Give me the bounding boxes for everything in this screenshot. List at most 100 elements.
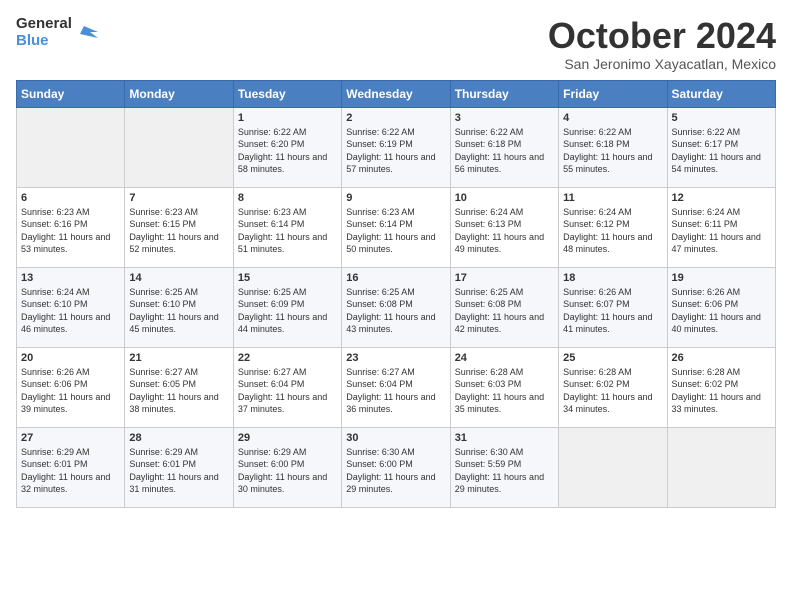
calendar-cell: 4Sunrise: 6:22 AMSunset: 6:18 PMDaylight…: [559, 107, 667, 187]
cell-info: Sunrise: 6:24 AMSunset: 6:12 PMDaylight:…: [563, 206, 662, 256]
calendar-cell: 16Sunrise: 6:25 AMSunset: 6:08 PMDayligh…: [342, 267, 450, 347]
day-number: 26: [672, 352, 771, 364]
calendar-cell: 29 Sunrise: 6:29 AMSunset: 6:00 PMDayligh…: [233, 427, 341, 507]
day-number: 22: [238, 352, 337, 364]
day-number: 14: [129, 272, 228, 284]
calendar-cell: 10 Sunrise: 6:24 AMSunset: 6:13 PMDayligh…: [450, 187, 558, 267]
day-of-week-header: Monday: [125, 80, 233, 107]
cell-info: Sunrise: 6:22 AMSunset: 6:19 PMDaylight:…: [346, 126, 445, 176]
day-number: 29: [238, 432, 337, 444]
calendar-cell: 26 Sunrise: 6:28 AMSunset: 6:02 PMDayligh…: [667, 347, 775, 427]
calendar-cell: 24 Sunrise: 6:28 AMSunset: 6:03 PMDayligh…: [450, 347, 558, 427]
cell-info: Sunrise: 6:23 AMSunset: 6:14 PMDaylight:…: [346, 206, 445, 256]
day-number: 3: [455, 112, 554, 124]
day-number: 31: [455, 432, 554, 444]
calendar-cell: 3 Sunrise: 6:22 AMSunset: 6:18 PMDaylight…: [450, 107, 558, 187]
cell-info: Sunrise: 6:30 AMSunset: 5:59 PMDaylight:…: [455, 446, 554, 496]
cell-info: Sunrise: 6:24 AMSunset: 6:13 PMDaylight:…: [455, 206, 554, 256]
location-subtitle: San Jeronimo Xayacatlan, Mexico: [548, 56, 776, 72]
cell-info: Sunrise: 6:25 AMSunset: 6:08 PMDaylight:…: [455, 286, 554, 336]
calendar-cell: 8Sunrise: 6:23 AMSunset: 6:14 PMDaylight…: [233, 187, 341, 267]
cell-info: Sunrise: 6:22 AMSunset: 6:18 PMDaylight:…: [455, 126, 554, 176]
cell-info: Sunrise: 6:27 AMSunset: 6:05 PMDaylight:…: [129, 366, 228, 416]
logo: General Blue: [16, 16, 98, 49]
day-of-week-header: Tuesday: [233, 80, 341, 107]
cell-info: Sunrise: 6:29 AMSunset: 6:00 PMDaylight:…: [238, 446, 337, 496]
cell-info: Sunrise: 6:28 AMSunset: 6:02 PMDaylight:…: [563, 366, 662, 416]
calendar-header-row: SundayMondayTuesdayWednesdayThursdayFrid…: [17, 80, 776, 107]
cell-info: Sunrise: 6:25 AMSunset: 6:08 PMDaylight:…: [346, 286, 445, 336]
calendar-week-row: 20 Sunrise: 6:26 AMSunset: 6:06 PMDayligh…: [17, 347, 776, 427]
calendar-cell: 5 Sunrise: 6:22 AMSunset: 6:17 PMDaylight…: [667, 107, 775, 187]
cell-info: Sunrise: 6:24 AMSunset: 6:10 PMDaylight:…: [21, 286, 120, 336]
calendar-cell: [559, 427, 667, 507]
day-number: 27: [21, 432, 120, 444]
page-header: General Blue October 2024 San Jeronimo X…: [16, 16, 776, 72]
day-number: 1: [238, 112, 337, 124]
day-number: 6: [21, 192, 120, 204]
day-number: 15: [238, 272, 337, 284]
calendar-cell: 31 Sunrise: 6:30 AMSunset: 5:59 PMDayligh…: [450, 427, 558, 507]
cell-info: Sunrise: 6:26 AMSunset: 6:06 PMDaylight:…: [21, 366, 120, 416]
day-number: 23: [346, 352, 445, 364]
cell-info: Sunrise: 6:24 AMSunset: 6:11 PMDaylight:…: [672, 206, 771, 256]
day-number: 7: [129, 192, 228, 204]
day-of-week-header: Saturday: [667, 80, 775, 107]
logo-blue: Blue: [16, 33, 72, 50]
calendar-week-row: 1 Sunrise: 6:22 AMSunset: 6:20 PMDaylight…: [17, 107, 776, 187]
calendar-cell: 21 Sunrise: 6:27 AMSunset: 6:05 PMDayligh…: [125, 347, 233, 427]
calendar-cell: 14 Sunrise: 6:25 AMSunset: 6:10 PMDayligh…: [125, 267, 233, 347]
calendar-cell: 25Sunrise: 6:28 AMSunset: 6:02 PMDayligh…: [559, 347, 667, 427]
cell-info: Sunrise: 6:28 AMSunset: 6:03 PMDaylight:…: [455, 366, 554, 416]
day-number: 21: [129, 352, 228, 364]
calendar-cell: [17, 107, 125, 187]
day-number: 11: [563, 192, 662, 204]
day-number: 12: [672, 192, 771, 204]
calendar-cell: 17 Sunrise: 6:25 AMSunset: 6:08 PMDayligh…: [450, 267, 558, 347]
calendar-cell: 9Sunrise: 6:23 AMSunset: 6:14 PMDaylight…: [342, 187, 450, 267]
calendar-cell: [125, 107, 233, 187]
cell-info: Sunrise: 6:27 AMSunset: 6:04 PMDaylight:…: [346, 366, 445, 416]
day-of-week-header: Thursday: [450, 80, 558, 107]
logo-general: General: [16, 16, 72, 33]
calendar-cell: 28Sunrise: 6:29 AMSunset: 6:01 PMDayligh…: [125, 427, 233, 507]
day-number: 5: [672, 112, 771, 124]
cell-info: Sunrise: 6:26 AMSunset: 6:06 PMDaylight:…: [672, 286, 771, 336]
cell-info: Sunrise: 6:26 AMSunset: 6:07 PMDaylight:…: [563, 286, 662, 336]
cell-info: Sunrise: 6:22 AMSunset: 6:20 PMDaylight:…: [238, 126, 337, 176]
calendar-cell: [667, 427, 775, 507]
calendar-cell: 1 Sunrise: 6:22 AMSunset: 6:20 PMDaylight…: [233, 107, 341, 187]
day-of-week-header: Sunday: [17, 80, 125, 107]
day-number: 2: [346, 112, 445, 124]
calendar-table: SundayMondayTuesdayWednesdayThursdayFrid…: [16, 80, 776, 508]
cell-info: Sunrise: 6:23 AMSunset: 6:15 PMDaylight:…: [129, 206, 228, 256]
calendar-week-row: 27Sunrise: 6:29 AMSunset: 6:01 PMDayligh…: [17, 427, 776, 507]
title-block: October 2024 San Jeronimo Xayacatlan, Me…: [548, 16, 776, 72]
day-number: 24: [455, 352, 554, 364]
calendar-week-row: 13 Sunrise: 6:24 AMSunset: 6:10 PMDayligh…: [17, 267, 776, 347]
cell-info: Sunrise: 6:22 AMSunset: 6:18 PMDaylight:…: [563, 126, 662, 176]
calendar-cell: 11 Sunrise: 6:24 AMSunset: 6:12 PMDayligh…: [559, 187, 667, 267]
day-number: 13: [21, 272, 120, 284]
day-number: 28: [129, 432, 228, 444]
cell-info: Sunrise: 6:28 AMSunset: 6:02 PMDaylight:…: [672, 366, 771, 416]
cell-info: Sunrise: 6:22 AMSunset: 6:17 PMDaylight:…: [672, 126, 771, 176]
cell-info: Sunrise: 6:25 AMSunset: 6:10 PMDaylight:…: [129, 286, 228, 336]
calendar-cell: 2 Sunrise: 6:22 AMSunset: 6:19 PMDaylight…: [342, 107, 450, 187]
cell-info: Sunrise: 6:25 AMSunset: 6:09 PMDaylight:…: [238, 286, 337, 336]
calendar-cell: 7 Sunrise: 6:23 AMSunset: 6:15 PMDaylight…: [125, 187, 233, 267]
calendar-cell: 30Sunrise: 6:30 AMSunset: 6:00 PMDayligh…: [342, 427, 450, 507]
day-number: 17: [455, 272, 554, 284]
calendar-cell: 20 Sunrise: 6:26 AMSunset: 6:06 PMDayligh…: [17, 347, 125, 427]
day-number: 10: [455, 192, 554, 204]
calendar-cell: 19Sunrise: 6:26 AMSunset: 6:06 PMDayligh…: [667, 267, 775, 347]
cell-info: Sunrise: 6:27 AMSunset: 6:04 PMDaylight:…: [238, 366, 337, 416]
day-number: 18: [563, 272, 662, 284]
day-number: 20: [21, 352, 120, 364]
calendar-cell: 18 Sunrise: 6:26 AMSunset: 6:07 PMDayligh…: [559, 267, 667, 347]
logo-bird-icon: [76, 22, 98, 44]
calendar-cell: 13 Sunrise: 6:24 AMSunset: 6:10 PMDayligh…: [17, 267, 125, 347]
day-of-week-header: Wednesday: [342, 80, 450, 107]
cell-info: Sunrise: 6:30 AMSunset: 6:00 PMDaylight:…: [346, 446, 445, 496]
calendar-cell: 23 Sunrise: 6:27 AMSunset: 6:04 PMDayligh…: [342, 347, 450, 427]
